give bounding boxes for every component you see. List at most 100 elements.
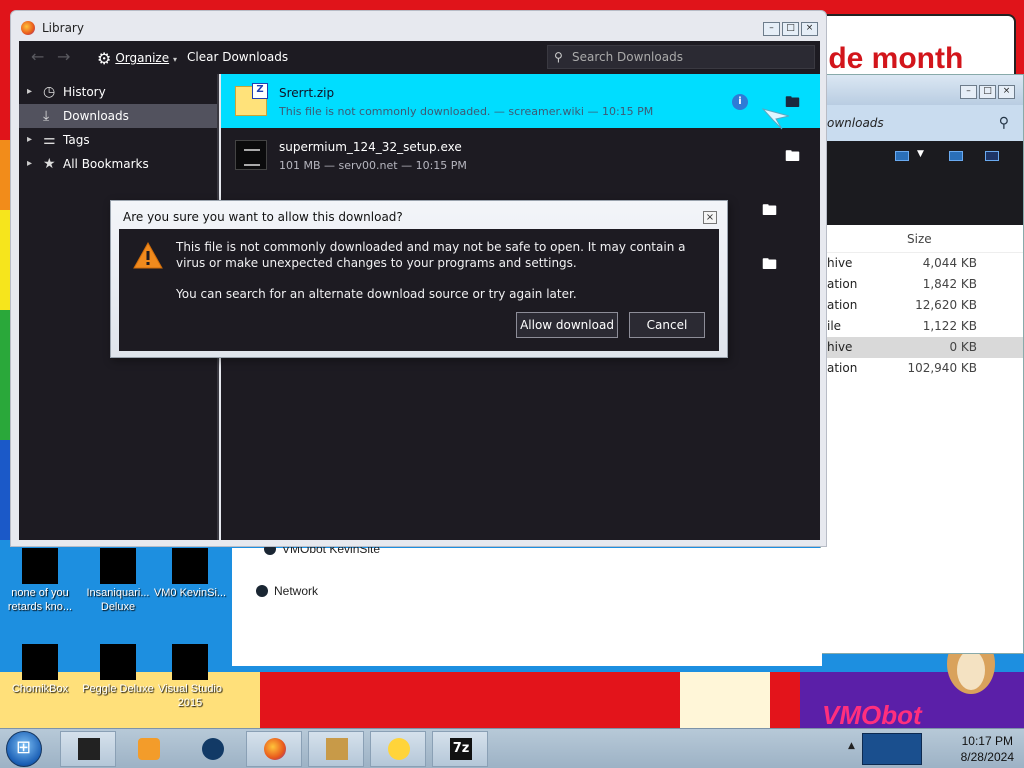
explorer-search-bar[interactable]: ownloads ⚲ [821,105,1023,141]
minimize-button[interactable]: – [763,22,780,36]
clear-downloads-button[interactable]: Clear Downloads [187,50,288,64]
file-size: 12,620 KB [915,298,977,312]
close-button[interactable]: × [703,211,717,224]
clock[interactable]: 10:17 PM 8/28/2024 [961,733,1014,765]
search-icon[interactable]: ⚲ [999,115,1009,131]
taskbar-app-remote[interactable] [370,731,426,767]
mouse-cursor-icon [762,108,790,130]
table-row[interactable]: hive 4,044 KB [821,253,1023,274]
gear-icon: ⚙ [97,49,112,68]
show-hidden-icons-icon[interactable]: ▲ [848,741,855,751]
desktop-icon-insaniquarium[interactable]: Insaniquari... Deluxe [80,548,156,614]
taskbar-app-chomikbox[interactable] [308,731,364,767]
maximize-button[interactable]: □ [782,22,799,36]
network-icon [256,585,268,597]
wallpaper-banner-text: ide month [820,42,964,75]
file-size: 102,940 KB [907,361,977,375]
tag-icon: ⚌ [43,132,56,148]
download-item-selected[interactable]: Srerrt.zip This file is not commonly dow… [221,74,820,128]
clock-icon: ◷ [43,84,56,100]
forward-arrow-icon[interactable]: → [57,47,70,66]
system-tray: ▲ [848,729,950,768]
library-toolbar: ← → ⚙ Organize ▾ Clear Downloads ⚲ Search… [19,41,820,74]
shortcut-icon [172,548,208,584]
desktop-icon-label: VM0 KevinSi... [153,587,227,599]
media-player-icon [138,738,160,760]
visual-studio-icon [172,644,208,680]
wallpaper-bottom-cream [680,672,770,728]
desktop-icon-peggle[interactable]: Peggle Deluxe [80,644,156,696]
chevron-right-icon[interactable]: ▸ [27,152,32,176]
sidebar-item-tags[interactable]: ▸ ⚌ Tags [19,128,217,152]
download-filename: Srerrt.zip [279,86,335,100]
dialog-title: Are you sure you want to allow this down… [123,210,403,224]
search-downloads-input[interactable]: ⚲ Search Downloads [547,45,815,69]
file-size: 1,842 KB [922,277,977,291]
desktop-icon-note[interactable]: none of you retards kno... [2,548,78,614]
cancel-button[interactable]: Cancel [629,312,705,338]
chevron-right-icon[interactable]: ▸ [27,128,32,152]
folder-icon[interactable]: 🖿 [762,200,777,225]
view-icon[interactable] [895,151,909,161]
window-title: Library [42,21,84,35]
explorer-toolbar: ▼ [821,141,1023,225]
maximize-button[interactable]: □ [979,85,996,99]
remote-desktop-icon [388,738,410,760]
dialog-body: This file is not commonly downloaded and… [119,229,719,351]
taskbar-app-media-player[interactable] [120,731,176,767]
sidebar-item-history[interactable]: ▸ ◷ History [19,80,217,104]
allow-download-button[interactable]: Allow download [516,312,618,338]
chevron-right-icon[interactable]: ▸ [27,80,32,104]
chomikbox-icon [326,738,348,760]
download-item[interactable]: supermium_124_32_setup.exe 101 MB — serv… [221,128,820,182]
taskbar-app-explorer[interactable] [60,731,116,767]
desktop-icon-label: ChomikBox [11,683,69,695]
explorer-icon [78,738,100,760]
table-row[interactable]: ation 12,620 KB [821,295,1023,316]
taskbar-app-7zip[interactable]: 7z [432,731,488,767]
folder-icon[interactable]: 🖿 [762,254,777,279]
sidebar-item-all-bookmarks[interactable]: ▸ ★ All Bookmarks [19,152,217,176]
sidebar-item-downloads[interactable]: ⤓ Downloads [19,104,217,128]
desktop-icon-chomikbox[interactable]: ChomikBox [2,644,78,696]
file-type: ation [827,277,858,291]
table-row[interactable]: ation 102,940 KB [821,358,1023,379]
organize-menu[interactable]: ⚙ Organize ▾ [97,49,177,68]
table-row[interactable]: ation 1,842 KB [821,274,1023,295]
network-status-icon[interactable] [862,733,922,765]
close-button[interactable]: × [801,22,818,36]
taskbar-app-firefox[interactable] [246,731,302,767]
nav-item-network[interactable]: Network [256,584,318,598]
table-row[interactable]: ile 1,122 KB [821,316,1023,337]
back-arrow-icon[interactable]: ← [31,47,44,66]
taskbar: 7z ▲ 10:17 PM 8/28/2024 [0,728,1024,768]
close-button[interactable]: × [998,85,1015,99]
dialog-message: This file is not commonly downloaded and… [176,240,686,270]
explorer-address-text: ownloads [827,116,884,130]
download-status: 101 MB — serv00.net — 10:15 PM [279,159,467,172]
minimize-button[interactable]: – [960,85,977,99]
column-header-size[interactable]: Size [821,225,1023,253]
insaniquarium-icon [100,548,136,584]
desktop-icon-vm0-kevinsite[interactable]: VM0 KevinSi... [152,548,228,600]
chevron-down-icon: ▾ [172,55,177,64]
file-type: ation [827,298,858,312]
explorer-window: – □ × ownloads ⚲ ▼ Size hive 4,044 KB at… [820,74,1024,654]
explorer-nav-pane: VMObot KevinSite Network [232,542,822,666]
start-button[interactable] [6,731,42,767]
chevron-down-icon[interactable]: ▼ [917,149,924,159]
search-placeholder: Search Downloads [572,50,683,64]
help-icon[interactable] [985,151,999,161]
info-icon[interactable]: i [732,94,748,110]
peggle-icon [100,644,136,680]
download-icon: ⤓ [43,108,50,124]
folder-icon[interactable]: 🖿 [785,146,800,171]
explorer-titlebar: – □ × [821,75,1023,105]
taskbar-app-globe[interactable] [184,731,240,767]
clock-date: 8/28/2024 [960,750,1014,764]
table-row-selected[interactable]: hive 0 KB [821,337,1023,358]
download-status: This file is not commonly downloaded. — … [279,105,654,118]
desktop-icon-visual-studio[interactable]: Visual Studio 2015 [152,644,228,710]
file-type: ile [827,319,842,333]
preview-pane-icon[interactable] [949,151,963,161]
